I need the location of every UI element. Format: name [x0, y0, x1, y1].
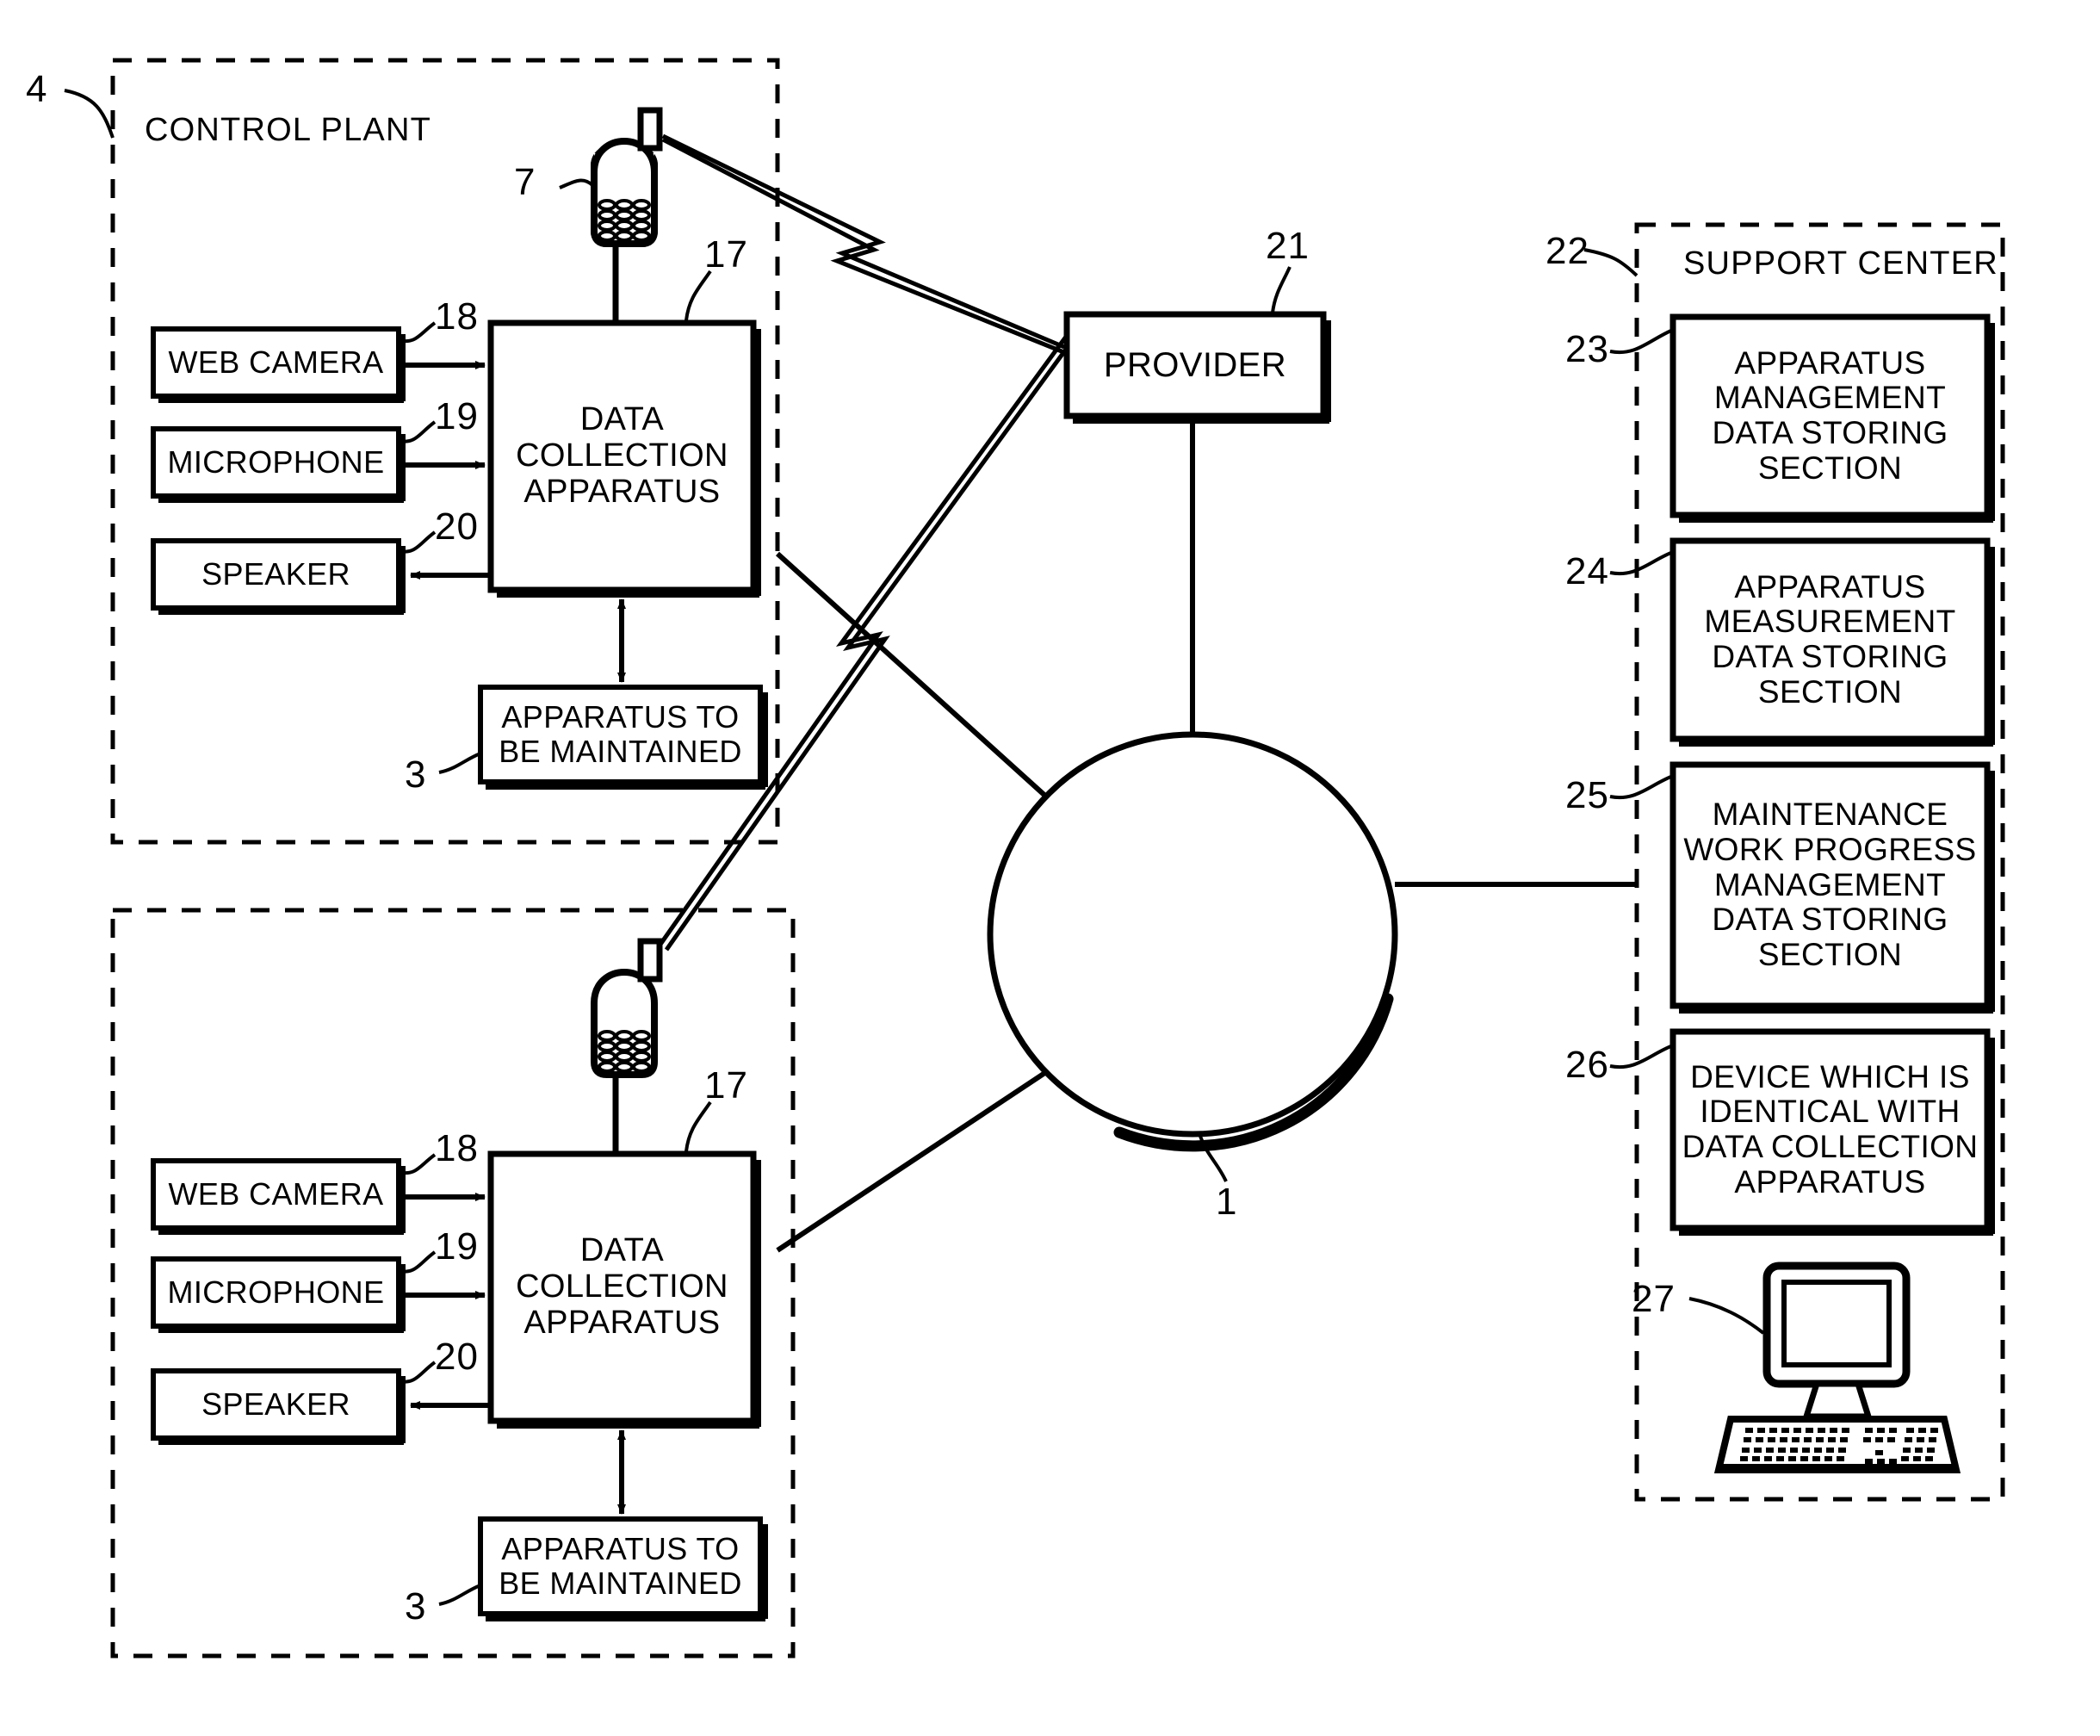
leader-ref-27 [1688, 1297, 1765, 1335]
leader-ref-17-upper [685, 270, 712, 321]
leader-ref-3-lower [438, 1584, 481, 1606]
leader-ref-3-upper [438, 752, 481, 774]
ref-20-lower: 20 [435, 1336, 479, 1378]
ref-24: 24 [1565, 550, 1609, 592]
label-apparatus-maintained-lower: APPARATUS TO BE MAINTAINED [499, 1531, 742, 1601]
label-web-camera-lower: WEB CAMERA [168, 1176, 384, 1212]
ref-19-lower: 19 [435, 1225, 479, 1268]
figure-canvas: CONTROL PLANT SUPPORT CENTER 4 22 18 19 … [0, 0, 2100, 1736]
link-network-to-plant-upper [775, 551, 1049, 799]
mobile-phone-icon-upper [591, 107, 663, 247]
leader-ref-7-upper [559, 178, 594, 189]
ref-25: 25 [1565, 774, 1609, 816]
label-data-collection-lower: DATA COLLECTION APPARATUS [516, 1232, 728, 1341]
leader-ref-24 [1609, 550, 1674, 576]
ref-27: 27 [1632, 1278, 1676, 1320]
ref-20-upper: 20 [435, 505, 479, 548]
ref-7-upper: 7 [514, 161, 536, 203]
ref-21: 21 [1266, 225, 1310, 267]
support-center-title: SUPPORT CENTER [1683, 245, 1998, 282]
ref-3-upper: 3 [405, 753, 427, 796]
ref-26: 26 [1565, 1044, 1609, 1086]
leader-ref-26 [1609, 1044, 1674, 1070]
label-maintenance-work-progress-data: MAINTENANCE WORK PROGRESS MANAGEMENT DAT… [1683, 797, 1977, 973]
label-web-camera-upper: WEB CAMERA [168, 344, 384, 381]
ref-4: 4 [26, 68, 48, 110]
link-network-to-plant-lower [776, 1070, 1048, 1253]
ref-17-lower: 17 [704, 1064, 748, 1107]
label-data-collection-upper: DATA COLLECTION APPARATUS [516, 401, 728, 510]
label-provider: PROVIDER [1103, 346, 1287, 384]
leader-ref-22 [1583, 248, 1638, 277]
ref-18-lower: 18 [435, 1127, 479, 1169]
leader-ref-21 [1271, 266, 1292, 313]
desktop-computer-icon [1713, 1262, 1961, 1473]
label-speaker-lower: SPEAKER [201, 1386, 350, 1423]
label-apparatus-maintained-upper: APPARATUS TO BE MAINTAINED [499, 699, 742, 769]
label-speaker-upper: SPEAKER [201, 556, 350, 592]
label-apparatus-management-data: APPARATUS MANAGEMENT DATA STORING SECTIO… [1712, 344, 1948, 486]
control-plant-upper-title: CONTROL PLANT [145, 112, 432, 148]
label-device-identical-dca: DEVICE WHICH IS IDENTICAL WITH DATA COLL… [1682, 1058, 1979, 1200]
label-apparatus-measurement-data: APPARATUS MEASUREMENT DATA STORING SECTI… [1704, 568, 1956, 710]
network-circle-icon [987, 731, 1398, 1138]
leader-ref-25 [1609, 774, 1674, 800]
leader-ref-23 [1609, 328, 1674, 355]
ref-23: 23 [1565, 328, 1609, 370]
ref-17-upper: 17 [704, 233, 748, 276]
label-microphone-upper: MICROPHONE [167, 444, 385, 480]
ref-18-upper: 18 [435, 295, 479, 338]
mobile-phone-icon-lower [591, 938, 663, 1078]
label-microphone-lower: MICROPHONE [167, 1274, 385, 1311]
leader-ref-17-lower [685, 1100, 712, 1152]
ref-22: 22 [1546, 230, 1589, 272]
ref-1: 1 [1216, 1181, 1238, 1223]
ref-3-lower: 3 [405, 1585, 427, 1628]
ref-19-upper: 19 [435, 395, 479, 437]
leader-ref-4 [64, 89, 115, 139]
